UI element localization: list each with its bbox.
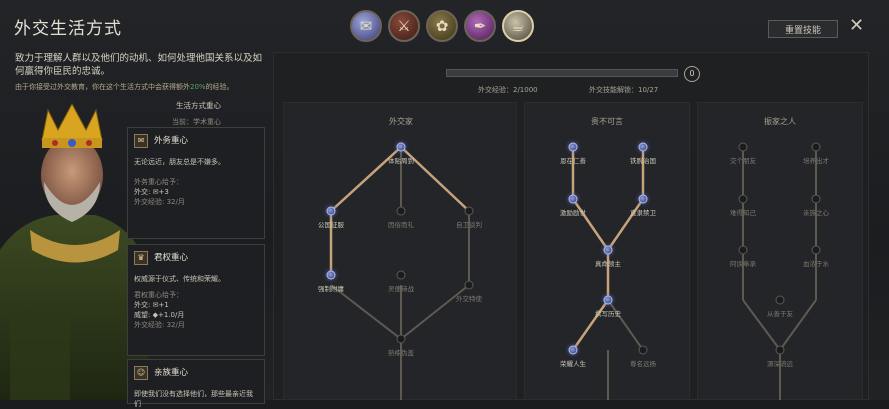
skill-node-label: 体贴周到 <box>388 157 414 165</box>
card-description: 即使我们没有选择他们，那些最亲近我们 <box>134 390 253 408</box>
skill-node[interactable] <box>326 270 336 280</box>
skill-node[interactable] <box>638 345 648 355</box>
skill-node[interactable] <box>638 142 648 152</box>
skill-node[interactable] <box>811 194 821 204</box>
focus-card-majesty[interactable]: ♛ 君权重心 权威源于仪式、传统和荣耀。 君权重心给予： 外交: ✉+1 威望: … <box>127 244 265 356</box>
envelope-icon: ✉ <box>134 134 148 148</box>
skill-node[interactable] <box>775 345 785 355</box>
skill-node-label: 因俗而礼 <box>388 221 414 229</box>
skill-node[interactable] <box>738 142 748 152</box>
skill-node[interactable] <box>464 206 474 216</box>
skill-node-label: 自卫谈判 <box>456 221 482 229</box>
skill-node-label: 铁腕治国 <box>630 157 656 165</box>
card-stat: 外交: ✉+3 <box>134 188 169 196</box>
card-description: 权威源于仪式、传统和荣耀。 <box>134 275 225 283</box>
diplomacy-tab[interactable]: ✉ <box>350 10 382 42</box>
skill-node-label: 尊名远扬 <box>630 360 656 368</box>
experience-label: 外交经验：2/1000 <box>478 86 538 94</box>
skill-node[interactable] <box>396 270 406 280</box>
skill-node[interactable] <box>396 334 406 344</box>
skill-node[interactable] <box>396 206 406 216</box>
card-gain-label: 君权重心给予： <box>134 291 183 299</box>
skill-node-label: 荣耀人生 <box>560 360 586 368</box>
skill-node-label: 血浓于水 <box>803 260 829 268</box>
skill-node-label: 交个朋友 <box>730 157 756 165</box>
card-title: 外务重心 <box>154 136 189 146</box>
skill-node[interactable] <box>603 295 613 305</box>
skill-node-label: 激励励世 <box>560 209 586 217</box>
card-stat: 外交经验: 32/月 <box>134 321 185 329</box>
tree-title-diplomat: 外交家 <box>389 117 413 126</box>
skill-node[interactable] <box>568 345 578 355</box>
skill-node[interactable] <box>568 194 578 204</box>
skill-node-label: 亲族之心 <box>803 209 829 217</box>
skill-node[interactable] <box>811 245 821 255</box>
skill-node[interactable] <box>811 142 821 152</box>
skill-node-label: 源深流远 <box>767 360 793 368</box>
skill-node-label: 强制附庸 <box>318 285 344 293</box>
focus-card-foreign-affairs[interactable]: ✉ 外务重心 无论远近，朋友总是不嫌多。 外务重心给予： 外交: ✉+3 外交经验… <box>127 127 265 239</box>
skills-unlocked-label: 外交技能解锁：10/27 <box>589 86 659 94</box>
skill-node[interactable] <box>326 206 336 216</box>
skill-node-label: 灵便待战 <box>388 285 414 293</box>
learning-icon: ☕ <box>511 17 525 35</box>
stewardship-tab[interactable]: ✿ <box>426 10 458 42</box>
tree-title-august: 贵不可言 <box>591 117 623 126</box>
tree-column-family-man <box>697 102 863 400</box>
skill-points-badge: 0 <box>684 66 700 82</box>
skill-node-label: 恩在仁善 <box>560 157 586 165</box>
skill-node-label: 真命领主 <box>595 260 621 268</box>
martial-tab[interactable]: ⚔ <box>388 10 420 42</box>
skill-node-label: 熟练伪盖 <box>388 349 414 357</box>
focus-card-family[interactable]: ☺ 亲族重心 即使我们没有选择他们，那些最亲近我们 <box>127 359 265 408</box>
skill-node-label: 难得知己 <box>730 209 756 217</box>
learning-tab[interactable]: ☕ <box>502 10 534 42</box>
card-gain-label: 外务重心给予： <box>134 178 183 186</box>
skill-node-label: 从善于友 <box>767 310 793 318</box>
card-description: 无论远近，朋友总是不嫌多。 <box>134 158 225 166</box>
crown-icon: ♛ <box>134 251 148 265</box>
card-stat: 外交经验: 32/月 <box>134 198 185 206</box>
skill-node[interactable] <box>738 245 748 255</box>
skill-node-label: 撰写历史 <box>595 310 621 318</box>
skill-node[interactable] <box>396 142 406 152</box>
card-title: 亲族重心 <box>154 368 189 378</box>
skill-node[interactable] <box>738 194 748 204</box>
card-title: 君权重心 <box>154 253 189 263</box>
page-title: 外交生活方式 <box>14 19 122 39</box>
close-icon[interactable]: ✕ <box>849 17 864 35</box>
stewardship-icon: ✿ <box>435 17 449 35</box>
intrigue-icon: ✒ <box>473 17 487 35</box>
card-stat: 外交: ✉+1 <box>134 301 169 309</box>
reset-skills-button[interactable]: 重置技能 <box>768 20 838 38</box>
martial-icon: ⚔ <box>397 17 411 35</box>
diplomacy-icon: ✉ <box>359 17 373 35</box>
skill-node[interactable] <box>568 142 578 152</box>
card-stat: 威望: ◆+1.0/月 <box>134 311 185 319</box>
lifestyle-description: 致力于理解人群以及他们的动机、如何处理他国关系以及如何赢得你臣民的忠诚。 <box>15 53 263 77</box>
skill-node[interactable] <box>638 194 648 204</box>
experience-bar <box>446 69 678 77</box>
skill-node-label: 阿谀奉承 <box>730 260 756 268</box>
skill-node-label: 直隶禁卫 <box>630 209 656 217</box>
tree-title-family-man: 振家之人 <box>764 117 796 126</box>
intrigue-tab[interactable]: ✒ <box>464 10 496 42</box>
lifestyle-focus-label: 生活方式重心 <box>176 101 221 110</box>
skill-node[interactable] <box>775 295 785 305</box>
skill-node-label: 外交特使 <box>456 295 482 303</box>
skill-node-label: 公国征服 <box>318 221 344 229</box>
current-focus-label: 当前：学术重心 <box>172 118 221 126</box>
education-note: 由于你接受过外交教育，你在这个生活方式中会获得额外20%的经验。 <box>15 83 234 91</box>
lifestyle-tabs: ✉ ⚔ ✿ ✒ ☕ <box>350 10 534 42</box>
skill-node-label: 培养出才 <box>803 157 829 165</box>
skill-node[interactable] <box>603 245 613 255</box>
family-icon: ☺ <box>134 366 148 380</box>
skill-node[interactable] <box>464 280 474 290</box>
